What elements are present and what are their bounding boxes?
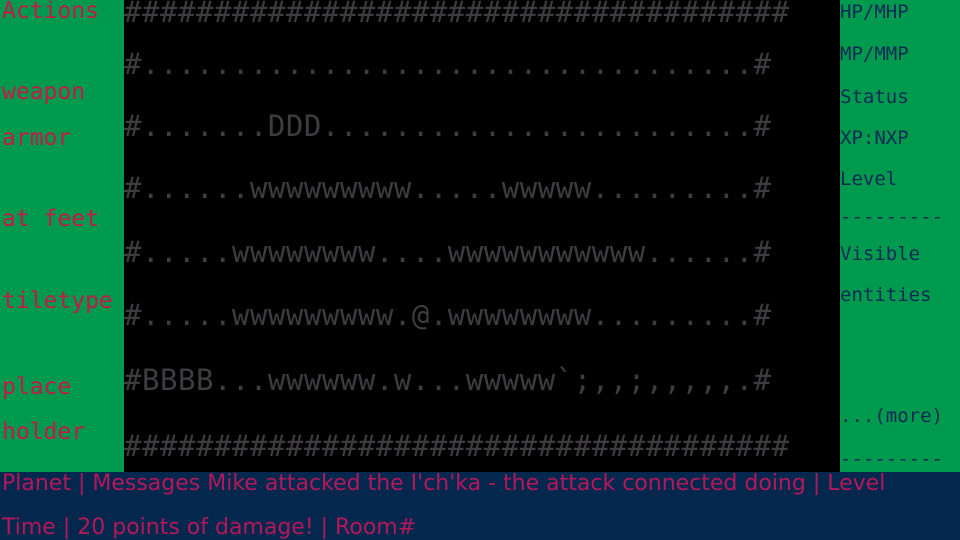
map-viewport[interactable]: ##################################### #.…	[124, 0, 840, 472]
hp-stat: HP/MHP	[840, 1, 909, 23]
map-row: #..................................#	[124, 47, 772, 81]
entities-divider: ---------	[840, 448, 943, 470]
map-row: #.......DDD........................#	[124, 109, 772, 143]
placeholder-label-holder: holder	[2, 419, 86, 445]
visible-entities-label: Visible	[840, 243, 921, 265]
status-stat: Status	[840, 86, 909, 108]
map-row: #.....wwwwwwww....wwwwwwwwwww......#	[124, 235, 772, 269]
message-line: Time | 20 points of damage! | Room#	[2, 515, 417, 540]
more-entities-link[interactable]: ...(more)	[840, 407, 943, 426]
stats-panel: HP/MHP MP/MMP Status XP:NXP Level ------…	[840, 0, 960, 472]
map-row: #####################################	[124, 429, 790, 463]
map-row: #####################################	[124, 0, 790, 29]
level-stat: Level	[840, 168, 898, 190]
tiletype-label: tiletype	[2, 288, 113, 314]
armor-slot[interactable]: armor	[2, 127, 71, 150]
message-log: Planet | Messages Mike attacked the I'ch…	[0, 472, 960, 540]
at-feet-slot[interactable]: at feet	[2, 208, 99, 231]
weapon-slot[interactable]: weapon	[2, 81, 85, 104]
visible-entities-label-2: entities	[840, 284, 932, 306]
xp-stat: XP:NXP	[840, 127, 909, 149]
message-line: Planet | Messages Mike attacked the I'ch…	[2, 471, 886, 496]
map-row: #.....wwwwwwwww.@.wwwwwwww.........#	[124, 298, 772, 332]
stats-divider: ---------	[840, 206, 943, 228]
map-row: #BBBB...wwwwww.w...wwwww`;,,;,,,,,.#	[124, 363, 772, 397]
placeholder-label-place: place	[2, 374, 72, 400]
mp-stat: MP/MMP	[840, 43, 909, 65]
action-panel: Actions weapon armor at feet tiletype pl…	[0, 0, 124, 472]
map-row: #......wwwwwwwww.....wwwww.........#	[124, 171, 772, 205]
actions-label[interactable]: Actions	[2, 0, 99, 23]
